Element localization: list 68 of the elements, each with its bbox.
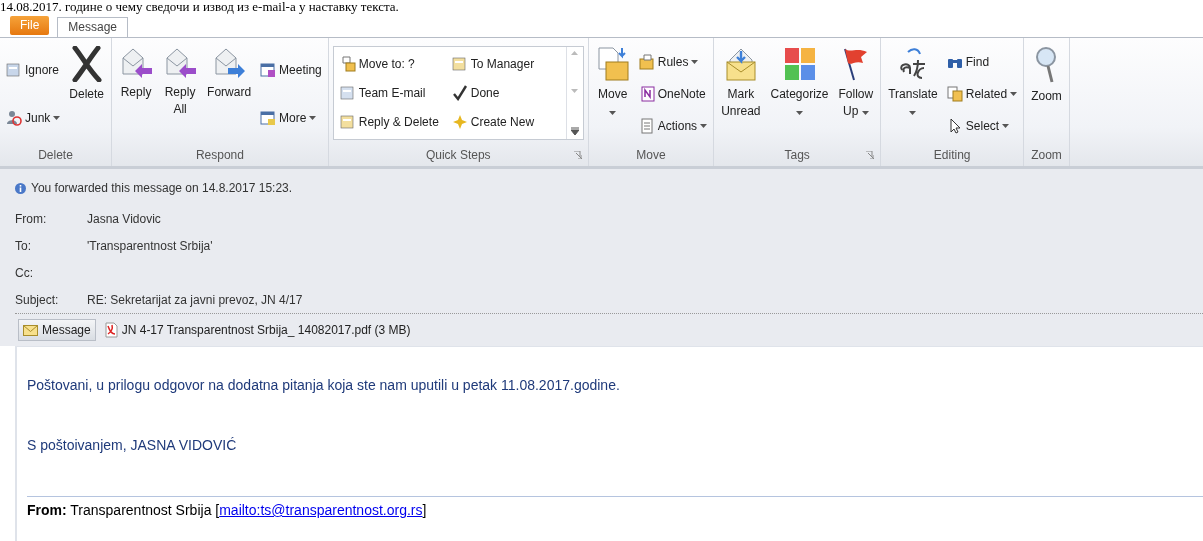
document-text: 14.08.2017. године о чему сведочи и извод из e-mail-a у наставку текста. bbox=[0, 0, 399, 14]
info-icon bbox=[15, 182, 26, 194]
dialog-launcher-icon[interactable] bbox=[866, 151, 875, 159]
ribbon-button[interactable]: Junk bbox=[4, 108, 63, 128]
pdf-icon bbox=[104, 322, 118, 338]
calendar-icon bbox=[260, 110, 277, 126]
field-value: 'Transparentnost Srbija' bbox=[87, 238, 213, 253]
ribbon-button[interactable]: Actions bbox=[636, 116, 710, 136]
field-value: Jasna Vidovic bbox=[87, 211, 161, 226]
quick-step[interactable]: To Manager bbox=[449, 49, 562, 79]
ribbon-button[interactable]: More bbox=[258, 108, 324, 128]
group-label: Zoom bbox=[1031, 148, 1062, 162]
ribbon-button[interactable]: OneNote bbox=[636, 84, 710, 104]
group-label: Quick Steps bbox=[425, 148, 491, 162]
message-paragraph: Poštovani, u prilogu odgovor na dodatna pitanja koja ste nam uputili u petak 11.08.2017.godine. bbox=[27, 377, 621, 393]
document-icon bbox=[638, 118, 655, 134]
ribbon-button[interactable]: Reply All bbox=[160, 44, 201, 144]
field-label: Cc: bbox=[15, 265, 34, 280]
group-label: Editing bbox=[933, 148, 971, 162]
dialog-launcher-icon[interactable] bbox=[573, 151, 582, 159]
email-link[interactable]: mailto:ts@transparentnost.org.rs bbox=[219, 502, 423, 518]
quick-step[interactable]: Team E-mail bbox=[337, 78, 450, 108]
ribbon-button[interactable]: Related bbox=[944, 84, 1020, 104]
magnifier-icon bbox=[1034, 46, 1059, 84]
scroll-up-icon[interactable] bbox=[571, 51, 579, 55]
ribbon-button[interactable]: Forward bbox=[204, 44, 255, 144]
ribbon-button[interactable]: Meeting bbox=[258, 60, 324, 80]
ribbon-button[interactable]: Ignore bbox=[4, 60, 63, 80]
scroll-down-icon[interactable] bbox=[571, 89, 579, 93]
info-text: You forwarded this message on 14.8.2017 15:23. bbox=[31, 181, 293, 195]
cross-icon bbox=[70, 46, 103, 82]
attachment[interactable]: JN 4-17 Transparentnost Srbija_ 14082017.pdf (3 MB) bbox=[99, 318, 416, 342]
quick-step[interactable]: Reply & Delete bbox=[337, 107, 450, 137]
ribbon-button[interactable]: Mark Unread bbox=[718, 44, 764, 144]
ribbon-button[interactable]: Delete bbox=[66, 44, 108, 144]
ribbon-button[interactable]: Categorize bbox=[767, 44, 832, 144]
ribbon-button[interactable]: Reply bbox=[116, 44, 157, 144]
group-label: Respond bbox=[195, 148, 244, 162]
document-icon bbox=[339, 85, 356, 101]
field-label: From: bbox=[15, 211, 48, 226]
quick-step[interactable]: Done bbox=[449, 78, 562, 108]
ribbon-button[interactable]: Zoom bbox=[1028, 44, 1065, 144]
ribbon-tab[interactable]: Message bbox=[57, 17, 129, 37]
ribbon-button[interactable]: Select bbox=[944, 116, 1020, 136]
color-squares-icon bbox=[783, 46, 816, 82]
ribbon-button[interactable]: Find bbox=[944, 52, 1020, 72]
message-tab[interactable]: Message bbox=[18, 319, 96, 341]
ribbon-button[interactable]: Translate bbox=[885, 44, 941, 144]
calendar-icon bbox=[260, 62, 277, 78]
ribbon-button[interactable]: Rules bbox=[636, 52, 710, 72]
message-paragraph: S poštoivanjem, JASNA VIDOVIĆ bbox=[27, 437, 238, 453]
person-icon bbox=[6, 110, 22, 126]
field-value: RE: Sekretarijat za javni prevoz, JN 4/17 bbox=[87, 292, 303, 307]
checkmark-icon bbox=[451, 85, 468, 101]
expand-icon[interactable] bbox=[570, 127, 579, 135]
field-label: Subject: bbox=[15, 292, 60, 307]
documents-icon bbox=[946, 86, 963, 102]
ribbon-button[interactable]: Follow Up bbox=[835, 44, 877, 144]
group-label: Delete bbox=[38, 148, 73, 162]
quoted-header: From: Transparentnost Srbija [mailto:ts@transparentnost.org.rs] bbox=[27, 496, 1203, 518]
quick-step[interactable]: Move to: ? bbox=[337, 49, 450, 79]
note-icon bbox=[638, 86, 655, 102]
group-label: Move bbox=[636, 148, 666, 162]
quick-step[interactable]: Create New bbox=[449, 107, 562, 137]
ribbon-button[interactable]: Move bbox=[592, 44, 633, 144]
group-label: Tags bbox=[784, 148, 810, 162]
sparkle-icon bbox=[451, 114, 468, 131]
field-label: To: bbox=[15, 238, 32, 253]
